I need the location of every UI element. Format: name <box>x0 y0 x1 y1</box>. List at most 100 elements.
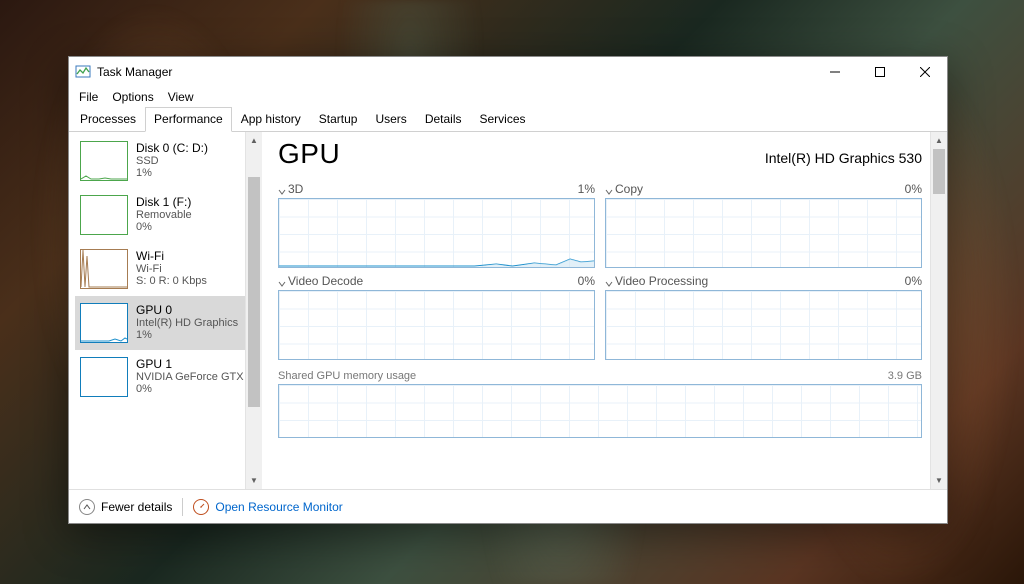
wifi-val: S: 0 R: 0 Kbps <box>136 275 207 287</box>
chart-video-decode-selector[interactable]: Video Decode <box>278 274 363 288</box>
disk0-sub: SSD <box>136 155 208 167</box>
sidebar-wrap: Disk 0 (C: D:) SSD 1% Disk 1 (F:) Remova… <box>69 132 262 489</box>
wifi-sub: Wi-Fi <box>136 263 207 275</box>
main-header: GPU Intel(R) HD Graphics 530 <box>278 138 922 170</box>
maximize-button[interactable] <box>857 57 902 87</box>
scroll-up-icon[interactable]: ▲ <box>931 132 947 149</box>
chevron-up-icon <box>79 499 95 515</box>
open-resource-monitor-link[interactable]: Open Resource Monitor <box>193 499 342 515</box>
chart-3d: 3D 1% <box>278 182 595 268</box>
scroll-track[interactable] <box>246 149 262 472</box>
gpu1-val: 0% <box>136 383 240 395</box>
tab-app-history[interactable]: App history <box>232 107 310 132</box>
gpu1-name: GPU 1 <box>136 357 240 371</box>
disk0-val: 1% <box>136 167 208 179</box>
task-manager-icon <box>75 64 91 80</box>
chart-video-processing: Video Processing 0% <box>605 274 922 360</box>
window-title: Task Manager <box>97 65 172 79</box>
task-manager-window: Task Manager File Options View Processes… <box>68 56 948 524</box>
scroll-down-icon[interactable]: ▼ <box>246 472 262 489</box>
main-wrap: GPU Intel(R) HD Graphics 530 3D 1% <box>262 132 947 489</box>
chart-video-processing-selector[interactable]: Video Processing <box>605 274 708 288</box>
footer: Fewer details Open Resource Monitor <box>69 489 947 523</box>
chart-3d-canvas <box>278 198 595 268</box>
shared-memory-canvas <box>278 384 922 438</box>
separator <box>182 498 183 516</box>
tab-processes[interactable]: Processes <box>71 107 145 132</box>
disk1-name: Disk 1 (F:) <box>136 195 192 209</box>
chart-video-decode: Video Decode 0% <box>278 274 595 360</box>
gpu0-val: 1% <box>136 329 238 341</box>
page-title: GPU <box>278 138 340 170</box>
chevron-down-icon <box>278 277 286 285</box>
gpu0-thumb <box>80 303 128 343</box>
chevron-down-icon <box>605 277 613 285</box>
sidebar-item-disk1[interactable]: Disk 1 (F:) Removable 0% <box>75 188 245 242</box>
tab-details[interactable]: Details <box>416 107 471 132</box>
tab-startup[interactable]: Startup <box>310 107 367 132</box>
menu-view[interactable]: View <box>162 88 200 106</box>
wifi-thumb <box>80 249 128 289</box>
minimize-button[interactable] <box>812 57 857 87</box>
chart-copy-canvas <box>605 198 922 268</box>
gpu1-thumb <box>80 357 128 397</box>
chart-video-processing-canvas <box>605 290 922 360</box>
sidebar: Disk 0 (C: D:) SSD 1% Disk 1 (F:) Remova… <box>69 132 245 489</box>
menu-file[interactable]: File <box>73 88 104 106</box>
resource-monitor-icon <box>193 499 209 515</box>
sidebar-item-gpu1[interactable]: GPU 1 NVIDIA GeForce GTX 0% <box>75 350 245 404</box>
chevron-down-icon <box>278 185 286 193</box>
fewer-details-label: Fewer details <box>101 500 172 514</box>
chevron-down-icon <box>605 185 613 193</box>
chart-3d-value: 1% <box>578 182 595 196</box>
scroll-up-icon[interactable]: ▲ <box>246 132 262 149</box>
gpu1-sub: NVIDIA GeForce GTX <box>136 371 240 383</box>
menubar: File Options View <box>69 87 947 107</box>
shared-memory-value: 3.9 GB <box>888 370 922 382</box>
sidebar-item-wifi[interactable]: Wi-Fi Wi-Fi S: 0 R: 0 Kbps <box>75 242 245 296</box>
disk0-thumb <box>80 141 128 181</box>
main-scrollbar[interactable]: ▲ ▼ <box>930 132 947 489</box>
titlebar[interactable]: Task Manager <box>69 57 947 87</box>
scroll-thumb[interactable] <box>248 177 260 407</box>
tab-users[interactable]: Users <box>366 107 415 132</box>
sidebar-item-gpu0[interactable]: GPU 0 Intel(R) HD Graphics 1% <box>75 296 245 350</box>
wifi-name: Wi-Fi <box>136 249 207 263</box>
window-controls <box>812 57 947 87</box>
disk1-sub: Removable <box>136 209 192 221</box>
gpu-name: Intel(R) HD Graphics 530 <box>765 150 922 166</box>
chart-video-decode-canvas <box>278 290 595 360</box>
chart-grid: 3D 1% <box>278 182 922 360</box>
chart-video-decode-value: 0% <box>578 274 595 288</box>
scroll-track[interactable] <box>931 149 947 472</box>
body: Disk 0 (C: D:) SSD 1% Disk 1 (F:) Remova… <box>69 132 947 489</box>
main: GPU Intel(R) HD Graphics 530 3D 1% <box>262 132 930 489</box>
disk1-val: 0% <box>136 221 192 233</box>
shared-memory-label: Shared GPU memory usage <box>278 370 416 382</box>
chart-video-processing-value: 0% <box>905 274 922 288</box>
scroll-down-icon[interactable]: ▼ <box>931 472 947 489</box>
chart-3d-label: 3D <box>288 182 303 196</box>
gpu0-sub: Intel(R) HD Graphics <box>136 317 238 329</box>
chart-video-decode-label: Video Decode <box>288 274 363 288</box>
chart-copy-value: 0% <box>905 182 922 196</box>
close-button[interactable] <box>902 57 947 87</box>
chart-3d-selector[interactable]: 3D <box>278 182 303 196</box>
menu-options[interactable]: Options <box>106 88 159 106</box>
disk0-name: Disk 0 (C: D:) <box>136 141 208 155</box>
tab-services[interactable]: Services <box>471 107 535 132</box>
chart-copy-selector[interactable]: Copy <box>605 182 643 196</box>
shared-memory-block: Shared GPU memory usage 3.9 GB <box>278 370 922 438</box>
disk1-thumb <box>80 195 128 235</box>
scroll-thumb[interactable] <box>933 149 945 194</box>
sidebar-item-disk0[interactable]: Disk 0 (C: D:) SSD 1% <box>75 134 245 188</box>
tabbar: Processes Performance App history Startu… <box>69 107 947 132</box>
open-resource-monitor-label: Open Resource Monitor <box>215 500 342 514</box>
sidebar-scrollbar[interactable]: ▲ ▼ <box>245 132 262 489</box>
fewer-details-button[interactable]: Fewer details <box>79 499 172 515</box>
gpu0-name: GPU 0 <box>136 303 238 317</box>
tab-performance[interactable]: Performance <box>145 107 232 132</box>
chart-video-processing-label: Video Processing <box>615 274 708 288</box>
chart-copy-label: Copy <box>615 182 643 196</box>
chart-copy: Copy 0% <box>605 182 922 268</box>
